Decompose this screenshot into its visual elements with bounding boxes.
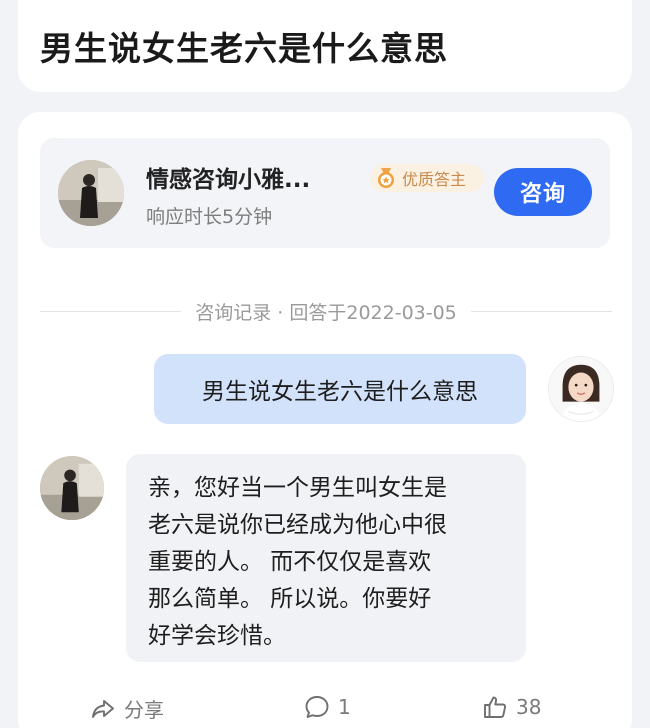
expert-card[interactable]: 情感咨询小雅... 优质答主 响应时长5分钟 咨询 [40, 138, 610, 248]
like-count: 38 [516, 695, 542, 719]
title-card: 男生说女生老六是什么意思 [18, 0, 632, 92]
record-divider: 咨询记录 · 回答于2022-03-05 [40, 298, 613, 324]
comment-count: 1 [338, 695, 351, 719]
expert-name[interactable]: 情感咨询小雅... [146, 160, 310, 194]
record-divider-text: 咨询记录 · 回答于2022-03-05 [195, 301, 457, 324]
medal-icon [378, 168, 394, 188]
qa-card: 情感咨询小雅... 优质答主 响应时长5分钟 咨询 咨询记录 · 回答于2022… [18, 112, 632, 728]
answer-bubble: 亲，您好当一个男生叫女生是 老六是说你已经成为他心中很 重要的人。 而不仅仅是喜… [126, 454, 526, 662]
consult-button[interactable]: 咨询 [494, 168, 592, 216]
comment-button[interactable]: 1 [304, 694, 351, 720]
answer-line: 亲，您好当一个男生叫女生是 [148, 475, 447, 501]
share-label: 分享 [124, 698, 164, 722]
like-button[interactable]: 38 [482, 694, 541, 720]
share-button[interactable]: 分享 [90, 694, 164, 723]
answer-line: 那么简单。 所以说。你要好 [148, 586, 432, 612]
answer-line: 好学会珍惜。 [148, 623, 286, 649]
divider-line-right [470, 310, 613, 312]
quality-answerer-badge: 优质答主 [370, 164, 484, 192]
question-bubble: 男生说女生老六是什么意思 [154, 354, 526, 424]
answer-line: 老六是说你已经成为他心中很 [148, 512, 447, 538]
thumbs-up-icon [484, 696, 507, 718]
action-bar: 分享 1 38 [18, 690, 632, 728]
response-time: 响应时长5分钟 [146, 206, 273, 228]
badge-label: 优质答主 [402, 170, 467, 189]
page-title: 男生说女生老六是什么意思 [40, 29, 448, 68]
share-icon [92, 699, 114, 718]
divider-line-left [40, 310, 182, 312]
answer-line: 重要的人。 而不仅仅是喜欢 [148, 549, 432, 575]
expert-avatar[interactable] [58, 160, 124, 226]
expert-avatar-reply[interactable] [40, 456, 104, 520]
expert-photo-icon [58, 160, 124, 226]
user-avatar [548, 356, 614, 422]
user-photo-icon [549, 357, 613, 421]
comment-icon [305, 696, 329, 718]
expert-photo-icon [40, 456, 104, 520]
